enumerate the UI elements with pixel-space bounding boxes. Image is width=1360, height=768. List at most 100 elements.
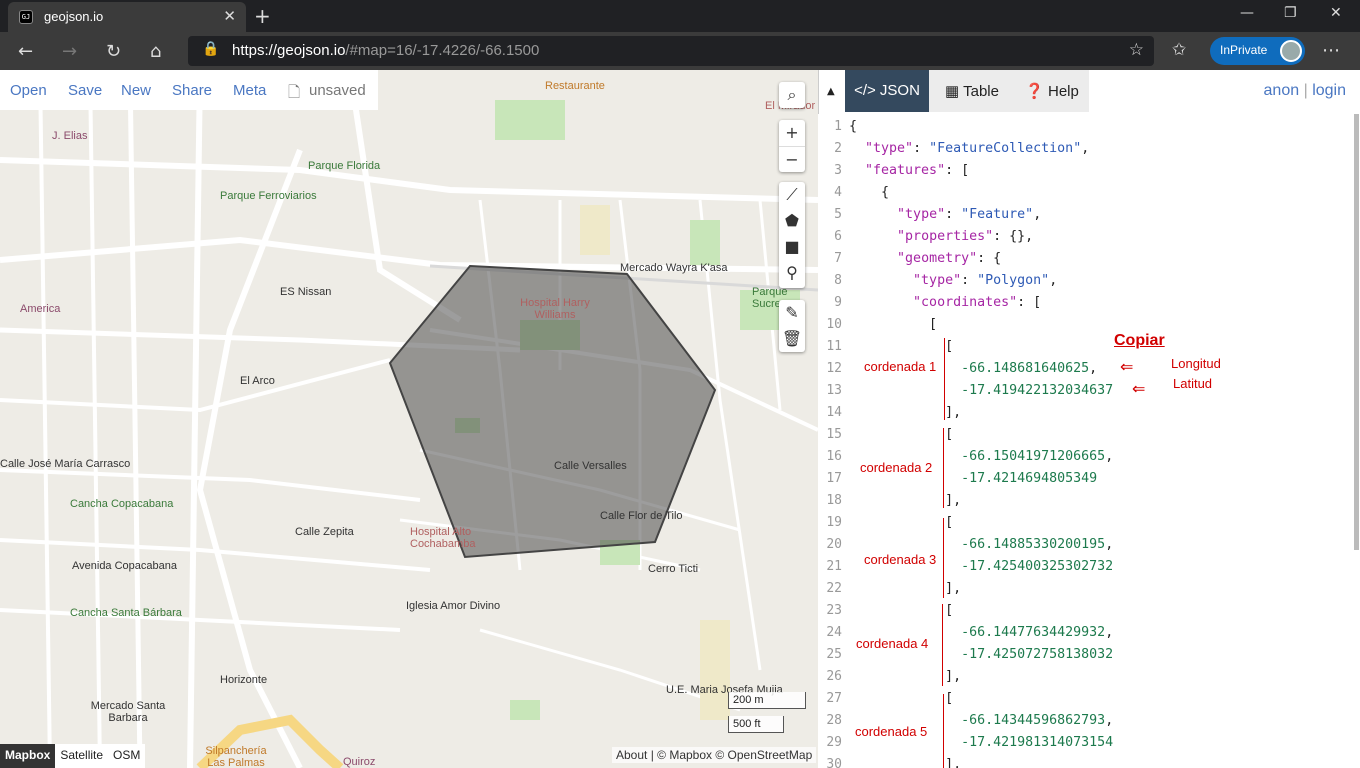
code-line[interactable]: 3 "features": [ <box>818 160 1358 182</box>
code-line[interactable]: 19 [ <box>818 512 1358 534</box>
line-number: 16 <box>826 449 842 464</box>
annotation-bracket <box>943 428 944 508</box>
save-status: unsaved <box>309 82 366 99</box>
new-menu[interactable]: New <box>121 82 151 99</box>
code-text: "type": "Polygon", <box>913 273 1058 288</box>
zoom-in-icon[interactable]: + <box>779 120 805 146</box>
meta-menu[interactable]: Meta <box>233 82 266 99</box>
close-tab-icon[interactable]: ✕ <box>223 7 236 25</box>
code-text: "features": [ <box>865 163 970 178</box>
anon-link[interactable]: anon <box>1264 82 1300 99</box>
draw-rectangle-icon[interactable]: ■ <box>779 234 805 260</box>
save-menu[interactable]: Save <box>68 82 102 99</box>
search-icon[interactable]: ⌕ <box>779 82 805 108</box>
layer-satellite[interactable]: Satellite <box>55 744 108 768</box>
map-label: Calle José María Carrasco <box>0 458 131 470</box>
delete-icon[interactable]: 🗑 <box>779 326 805 352</box>
auth-separator: | <box>1303 82 1308 99</box>
map-label: ES Nissan <box>280 286 332 298</box>
line-number: 2 <box>834 141 842 156</box>
code-line[interactable]: 22 ], <box>818 578 1358 600</box>
editor-scrollbar[interactable] <box>1354 114 1359 550</box>
tab-table[interactable]: ▦ Table <box>929 70 1015 112</box>
code-line[interactable]: 10 [ <box>818 314 1358 336</box>
code-line[interactable]: 18 ], <box>818 490 1358 512</box>
map-label: America <box>20 303 61 315</box>
map-label: Mercado Santa Barbara <box>90 700 166 724</box>
map-attribution[interactable]: About | © Mapbox © OpenStreetMap <box>612 747 817 763</box>
browser-tab[interactable]: GJ geojson.io ✕ <box>8 2 246 32</box>
login-link[interactable]: login <box>1312 82 1346 99</box>
inprivate-badge[interactable]: InPrivate <box>1210 37 1305 65</box>
address-bar[interactable]: 🔒 https://geojson.io/#map=16/-17.4226/-6… <box>188 36 1154 66</box>
new-tab-icon[interactable]: + <box>254 4 271 28</box>
json-editor[interactable]: 1{2 "type": "FeatureCollection", 3 "featu… <box>818 114 1360 768</box>
draw-marker-icon[interactable]: ⚲ <box>779 260 805 286</box>
scale-bar-metric: 200 m <box>728 692 806 709</box>
code-line[interactable]: 15 [ <box>818 424 1358 446</box>
tab-json[interactable]: </> JSON <box>845 70 929 112</box>
code-line[interactable]: 30 ], <box>818 754 1358 768</box>
layer-osm[interactable]: OSM <box>108 744 145 768</box>
code-line[interactable]: 4 { <box>818 182 1358 204</box>
code-line[interactable]: 23 [ <box>818 600 1358 622</box>
share-menu[interactable]: Share <box>172 82 212 99</box>
restore-icon[interactable]: ❐ <box>1284 5 1297 21</box>
line-number: 23 <box>826 603 842 618</box>
code-line[interactable]: 14 ], <box>818 402 1358 424</box>
draw-line-icon[interactable]: ⟋ <box>779 182 805 208</box>
line-number: 8 <box>834 273 842 288</box>
refresh-icon[interactable]: ↻ <box>106 41 121 62</box>
code-line[interactable]: 2 "type": "FeatureCollection", <box>818 138 1358 160</box>
line-number: 27 <box>826 691 842 706</box>
line-number: 19 <box>826 515 842 530</box>
collapse-arrow-icon[interactable]: ▲ <box>827 86 835 97</box>
map-canvas[interactable]: Restaurante El Mirador J. Elias Parque F… <box>0 70 818 768</box>
code-text: [ <box>849 317 938 332</box>
annotation-bracket <box>944 338 945 420</box>
code-line[interactable]: 9 "coordinates": [ <box>818 292 1358 314</box>
map-label: Calle Zepita <box>295 526 354 538</box>
map-label: Calle Versalles <box>554 460 627 472</box>
panel-tab-bar: </> JSON ▦ Table ❓ Help anon | login <box>844 70 1360 114</box>
close-window-icon[interactable]: ✕ <box>1330 5 1342 21</box>
forward-arrow-icon[interactable]: → <box>62 41 77 62</box>
line-number: 30 <box>826 757 842 768</box>
line-number: 18 <box>826 493 842 508</box>
code-line[interactable]: 13 -17.419422132034637 <box>818 380 1358 402</box>
minimize-icon[interactable]: — <box>1240 5 1254 21</box>
line-number: 20 <box>826 537 842 552</box>
back-arrow-icon[interactable]: ← <box>18 41 33 62</box>
more-menu-icon[interactable]: ⋯ <box>1322 40 1340 61</box>
auth-links: anon | login <box>1264 82 1346 100</box>
code-line[interactable]: 1{ <box>818 116 1358 138</box>
url-text[interactable]: https://geojson.io/#map=16/-17.4226/-66.… <box>232 42 539 59</box>
open-menu[interactable]: Open <box>10 82 47 99</box>
line-number: 1 <box>834 119 842 134</box>
layer-mapbox[interactable]: Mapbox <box>0 744 56 768</box>
code-line[interactable]: 6 "properties": {}, <box>818 226 1358 248</box>
code-line[interactable]: 11 [ <box>818 336 1358 358</box>
line-number: 26 <box>826 669 842 684</box>
tab-help[interactable]: ❓ Help <box>1015 70 1089 112</box>
edit-icon[interactable]: ✎ <box>779 300 805 326</box>
home-icon[interactable]: ⌂ <box>150 41 161 62</box>
annotation-cordenada-1: cordenada 1 <box>864 359 937 374</box>
favorites-icon[interactable]: ✩ <box>1172 40 1186 60</box>
code-line[interactable]: 8 "type": "Polygon", <box>818 270 1358 292</box>
tab-title: geojson.io <box>44 9 104 24</box>
browser-toolbar: ← → ↻ ⌂ 🔒 https://geojson.io/#map=16/-17… <box>0 32 1360 70</box>
annotation-cordenada-5: cordenada 5 <box>855 724 928 739</box>
geojson-favicon-icon: GJ <box>19 10 33 24</box>
code-line[interactable]: 26 ], <box>818 666 1358 688</box>
draw-polygon-icon[interactable]: ⬟ <box>779 208 805 234</box>
line-number: 21 <box>826 559 842 574</box>
zoom-out-icon[interactable]: − <box>779 146 805 172</box>
favorite-star-icon[interactable]: ☆ <box>1129 40 1144 60</box>
code-line[interactable]: 7 "geometry": { <box>818 248 1358 270</box>
code-text: "coordinates": [ <box>913 295 1042 310</box>
code-line[interactable]: 5 "type": "Feature", <box>818 204 1358 226</box>
code-line[interactable]: 27 [ <box>818 688 1358 710</box>
code-text: [ <box>849 691 954 706</box>
line-number: 29 <box>826 735 842 750</box>
